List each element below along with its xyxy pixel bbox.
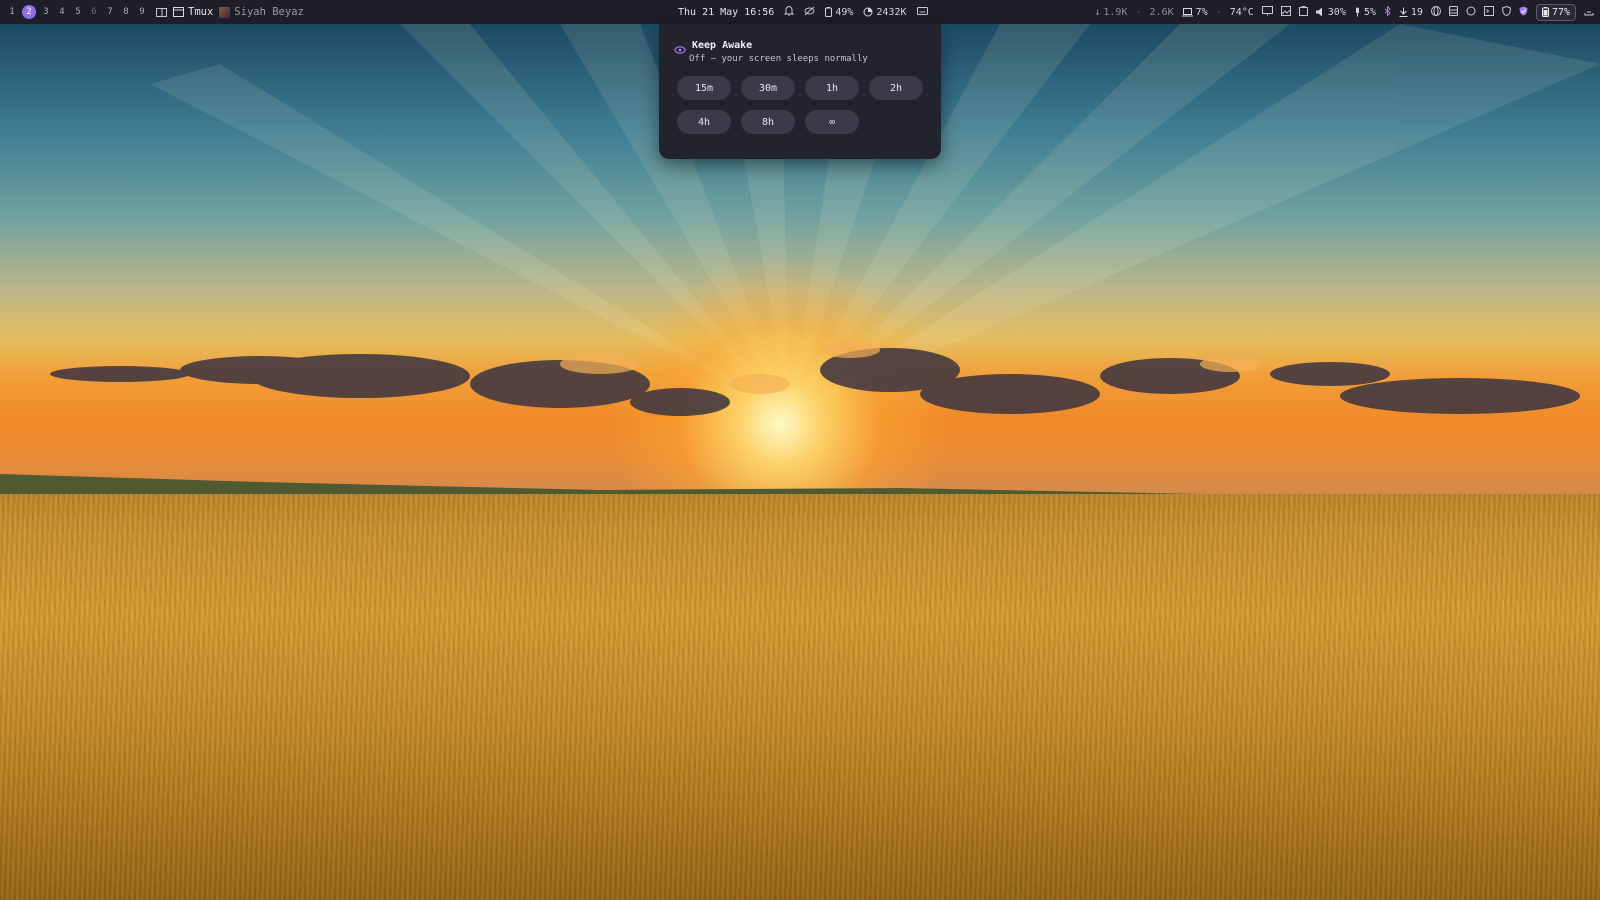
security-shield-icon[interactable] bbox=[1519, 6, 1528, 19]
cpu-usage[interactable]: 7% bbox=[1181, 6, 1208, 18]
media-title: Siyah Beyaz bbox=[234, 6, 304, 18]
battery-center[interactable]: 49% bbox=[825, 7, 853, 18]
duration-8h-button[interactable]: 8h bbox=[741, 110, 795, 134]
image-icon[interactable] bbox=[1280, 5, 1291, 19]
separator: · bbox=[1135, 6, 1142, 18]
volume[interactable]: 30% bbox=[1315, 6, 1346, 18]
terminal-icon[interactable] bbox=[1483, 5, 1494, 19]
battery-icon bbox=[1541, 7, 1549, 17]
net-up[interactable]: 2.6K bbox=[1150, 7, 1174, 18]
updates[interactable]: 19 bbox=[1399, 7, 1423, 18]
workspace-5[interactable]: 5 bbox=[70, 4, 86, 20]
top-bar: 1 2 3 4 5 6 7 8 9 Tmux Siyah Beyaz Thu 2… bbox=[0, 0, 1600, 24]
duration-1h-button[interactable]: 1h bbox=[805, 76, 859, 100]
window-icon bbox=[173, 7, 184, 17]
eye-icon bbox=[674, 46, 686, 54]
notification-tray-icon[interactable] bbox=[1584, 6, 1594, 19]
workspace-3[interactable]: 3 bbox=[38, 4, 54, 20]
duration-2h-button[interactable]: 2h bbox=[869, 76, 923, 100]
media-player[interactable]: Siyah Beyaz bbox=[219, 6, 304, 18]
cpu-value: 7% bbox=[1195, 6, 1208, 18]
bluetooth-icon[interactable] bbox=[1384, 4, 1391, 19]
eye-off-icon[interactable] bbox=[804, 6, 815, 19]
duration-30m-button[interactable]: 30m bbox=[741, 76, 795, 100]
globe-icon[interactable] bbox=[1430, 5, 1441, 19]
workspace-9[interactable]: 9 bbox=[134, 4, 150, 20]
circle-icon[interactable] bbox=[1466, 6, 1476, 19]
volume-value: 30% bbox=[1327, 6, 1346, 18]
keyboard-icon[interactable] bbox=[916, 6, 928, 18]
keep-awake-popup: Keep Awake Off — your screen sleeps norm… bbox=[659, 24, 941, 159]
net-down-value: 1.9K bbox=[1103, 6, 1128, 18]
updates-value: 19 bbox=[1410, 6, 1423, 18]
memory-value: 2432K bbox=[876, 6, 907, 18]
wheat-texture bbox=[0, 494, 1600, 900]
layout-icon bbox=[156, 7, 167, 17]
memory-usage[interactable]: 2432K bbox=[863, 6, 907, 18]
bell-icon[interactable] bbox=[784, 5, 795, 19]
workspace-2-active[interactable]: 2 bbox=[22, 5, 36, 19]
database-icon[interactable] bbox=[1448, 5, 1458, 19]
clock[interactable]: Thu 21 May 16:56 bbox=[678, 7, 774, 18]
battery-center-value: 49% bbox=[835, 6, 854, 18]
net-down[interactable]: ↓ 1.9K bbox=[1094, 7, 1127, 18]
phone-battery-icon bbox=[825, 7, 833, 17]
battery-value: 77% bbox=[1551, 6, 1570, 18]
separator: · bbox=[1215, 6, 1222, 18]
duration-4h-button[interactable]: 4h bbox=[677, 110, 731, 134]
bar-right: ↓ 1.9K · 2.6K 7% · 74°C 30% 5% 19 77% bbox=[1094, 0, 1594, 24]
workspace-8[interactable]: 8 bbox=[118, 4, 134, 20]
album-art-icon bbox=[219, 6, 231, 18]
bar-left: 1 2 3 4 5 6 7 8 9 Tmux Siyah Beyaz bbox=[4, 0, 304, 24]
net-up-value: 2.6K bbox=[1149, 6, 1174, 18]
workspace-6[interactable]: 6 bbox=[86, 4, 102, 20]
shield-icon[interactable] bbox=[1501, 5, 1511, 19]
window-title: Tmux bbox=[188, 6, 214, 18]
download-icon bbox=[1399, 7, 1408, 17]
duration-infinite-button[interactable]: ∞ bbox=[805, 110, 859, 134]
desktop: 1 2 3 4 5 6 7 8 9 Tmux Siyah Beyaz Thu 2… bbox=[0, 0, 1600, 900]
microphone[interactable]: 5% bbox=[1354, 7, 1376, 18]
popup-subtitle: Off — your screen sleeps normally bbox=[689, 54, 868, 64]
active-window[interactable]: Tmux bbox=[173, 6, 213, 18]
workspace-7[interactable]: 7 bbox=[102, 4, 118, 20]
laptop-icon bbox=[1181, 7, 1193, 16]
mic-value: 5% bbox=[1363, 6, 1376, 18]
layout-indicator[interactable] bbox=[156, 7, 167, 17]
mic-icon bbox=[1355, 7, 1359, 17]
battery-indicator[interactable]: 77% bbox=[1535, 3, 1576, 21]
clipboard-icon[interactable] bbox=[1298, 5, 1308, 19]
temperature[interactable]: 74°C bbox=[1230, 7, 1254, 18]
bar-center: Thu 21 May 16:56 49% 2432K bbox=[678, 0, 928, 24]
workspace-1[interactable]: 1 bbox=[4, 4, 20, 20]
memory-icon bbox=[863, 7, 873, 17]
monitor-icon[interactable] bbox=[1261, 5, 1273, 19]
speaker-icon bbox=[1315, 7, 1322, 17]
duration-15m-button[interactable]: 15m bbox=[677, 76, 731, 100]
workspace-4[interactable]: 4 bbox=[54, 4, 70, 20]
